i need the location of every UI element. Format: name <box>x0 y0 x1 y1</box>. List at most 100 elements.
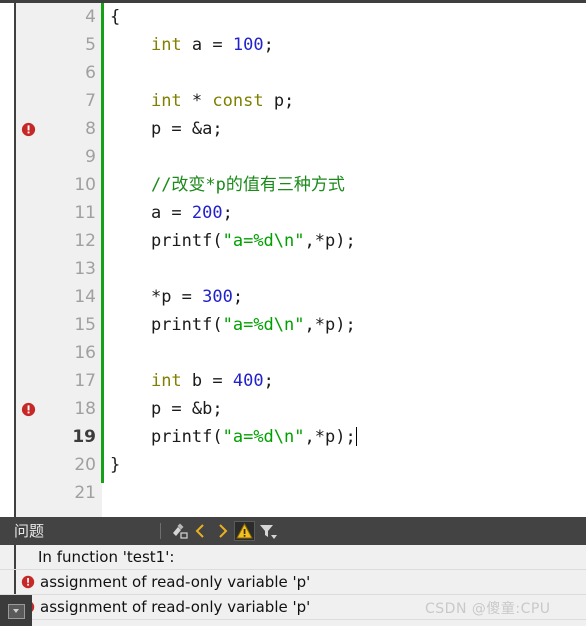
code-token: p = &a; <box>150 119 223 139</box>
problems-left-column <box>0 570 16 594</box>
code-token: * <box>181 91 213 111</box>
line-number: 15 <box>74 315 96 335</box>
line-content[interactable]: } <box>110 451 120 479</box>
code-line[interactable]: 12 printf("a=%d\n",*p); <box>0 227 586 255</box>
problems-panel-title: 问题 <box>14 522 45 540</box>
code-token: printf( <box>150 427 223 447</box>
code-token: a = <box>150 203 192 223</box>
problems-panel-header: 问题 <box>0 517 586 545</box>
code-token: a = <box>181 35 233 55</box>
code-token: "a=%d\n" <box>222 315 305 335</box>
code-line[interactable]: 15 printf("a=%d\n",*p); <box>0 311 586 339</box>
problem-message: assignment of read-only variable 'p' <box>40 573 311 591</box>
watermark: CSDN @傻童:CPU <box>425 601 551 617</box>
line-content[interactable]: *p = 300; <box>110 283 243 311</box>
code-line[interactable]: 4{ <box>0 3 586 31</box>
code-token: 100 <box>232 35 264 55</box>
code-line[interactable]: 19 printf("a=%d\n",*p); <box>0 423 586 451</box>
next-icon[interactable] <box>212 521 233 541</box>
line-number: 19 <box>72 427 96 447</box>
line-number: 5 <box>85 35 96 55</box>
code-token: int <box>150 35 182 55</box>
code-line[interactable]: 9 <box>0 143 586 171</box>
line-number: 18 <box>74 399 96 419</box>
line-content[interactable]: a = 200; <box>110 199 233 227</box>
line-content[interactable]: printf("a=%d\n",*p); <box>110 311 356 339</box>
code-token: ,*p); <box>304 427 356 447</box>
code-line[interactable]: 6 <box>0 59 586 87</box>
line-content[interactable]: p = &b; <box>110 395 223 423</box>
code-token: "a=%d\n" <box>222 427 305 447</box>
code-token: ,*p); <box>304 315 356 335</box>
line-content[interactable]: p = &a; <box>110 115 223 143</box>
problem-message: In function 'test1': <box>38 548 175 566</box>
code-line[interactable]: 7 int * const p; <box>0 87 586 115</box>
line-content[interactable]: { <box>110 3 120 31</box>
code-token: int <box>150 371 182 391</box>
line-content[interactable]: int a = 100; <box>110 31 274 59</box>
line-number: 14 <box>74 287 96 307</box>
code-token: 200 <box>191 203 223 223</box>
line-number: 20 <box>74 455 96 475</box>
filter-icon[interactable] <box>257 521 278 541</box>
line-number: 21 <box>74 483 96 503</box>
code-line[interactable]: 10 //改变*p的值有三种方式 <box>0 171 586 199</box>
code-token: 300 <box>202 287 233 307</box>
code-token: printf( <box>150 231 223 251</box>
line-content[interactable]: int * const p; <box>110 87 294 115</box>
line-number: 7 <box>85 91 96 111</box>
code-token: b = <box>181 371 233 391</box>
warning-icon[interactable] <box>234 521 255 541</box>
line-number: 6 <box>85 63 96 83</box>
code-token: { <box>110 7 121 27</box>
code-token: ; <box>263 35 274 55</box>
code-token: printf( <box>150 315 223 335</box>
code-token: //改变*p的值有三种方式 <box>150 175 345 195</box>
line-number: 13 <box>74 259 96 279</box>
line-number: 12 <box>74 231 96 251</box>
code-line[interactable]: 21 <box>0 479 586 507</box>
code-editor[interactable]: 4{5 int a = 100; 6 7 int * const p; 8 p = &… <box>0 0 586 517</box>
line-content[interactable]: printf("a=%d\n",*p); <box>110 423 357 451</box>
code-line[interactable]: 13 <box>0 255 586 283</box>
problem-row[interactable]: assignment of read-only variable 'p' <box>0 570 586 595</box>
code-line[interactable]: 14 *p = 300; <box>0 283 586 311</box>
line-number: 8 <box>85 119 96 139</box>
code-line[interactable]: 20} <box>0 451 586 479</box>
line-number: 10 <box>74 175 96 195</box>
clear-icon[interactable] <box>168 521 189 541</box>
line-number: 11 <box>74 203 96 223</box>
code-line[interactable]: 8 p = &a; <box>0 115 586 143</box>
error-icon <box>21 575 35 589</box>
line-number: 16 <box>74 343 96 363</box>
code-line[interactable]: 17 int b = 400; <box>0 367 586 395</box>
code-token: p = &b; <box>150 399 223 419</box>
line-number: 4 <box>85 7 96 27</box>
dropdown-glyph-icon <box>8 604 25 619</box>
code-token: ; <box>222 203 233 223</box>
panel-collapse-tab[interactable] <box>0 595 32 626</box>
problem-group-header[interactable]: In function 'test1': <box>0 545 586 570</box>
code-token: ; <box>232 287 244 307</box>
code-line[interactable]: 16 <box>0 339 586 367</box>
code-token: "a=%d\n" <box>222 231 305 251</box>
code-line[interactable]: 5 int a = 100; <box>0 31 586 59</box>
line-content[interactable]: //改变*p的值有三种方式 <box>110 171 345 199</box>
line-content[interactable]: printf("a=%d\n",*p); <box>110 227 356 255</box>
code-token: 400 <box>232 371 264 391</box>
line-content[interactable]: int b = 400; <box>110 367 274 395</box>
code-line[interactable]: 11 a = 200; <box>0 199 586 227</box>
code-line[interactable]: 18 p = &b; <box>0 395 586 423</box>
previous-icon[interactable] <box>190 521 211 541</box>
line-number: 17 <box>74 371 96 391</box>
line-number: 9 <box>85 147 96 167</box>
text-cursor <box>355 427 357 446</box>
